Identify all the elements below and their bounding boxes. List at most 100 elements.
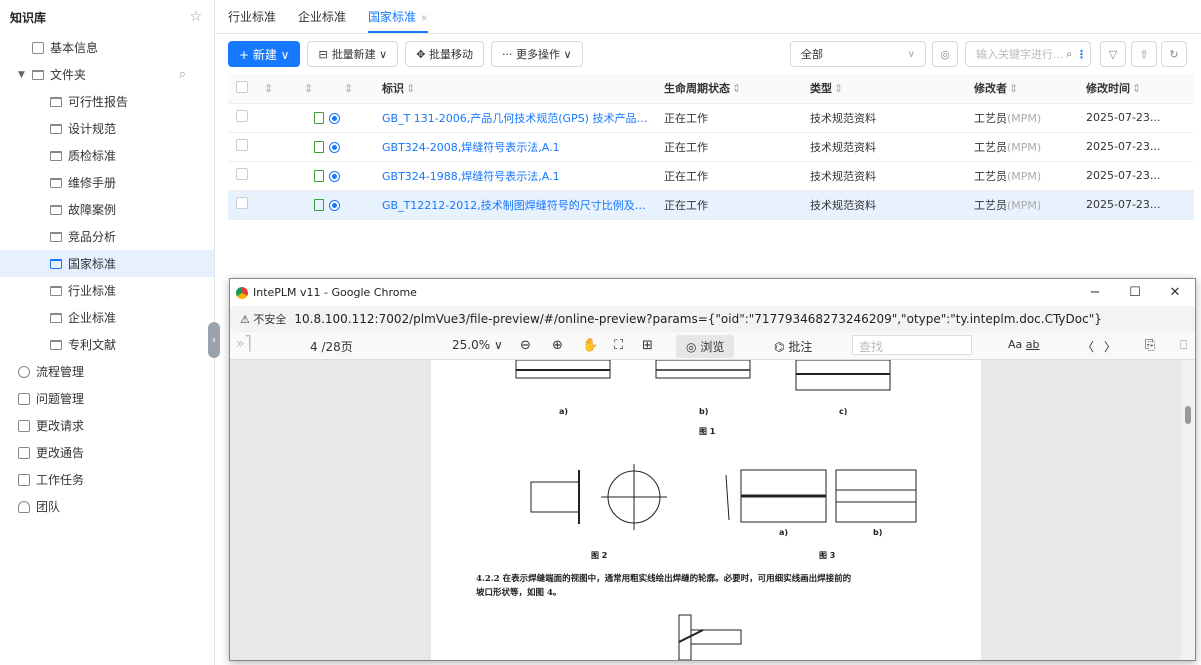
close-icon[interactable]: × <box>420 13 428 24</box>
doc-id-link[interactable]: GBT324-1988,焊缝符号表示法,A.1 <box>374 161 656 191</box>
scrollbar-thumb[interactable] <box>1185 406 1191 424</box>
column-header-id[interactable]: 标识 ⇕ <box>374 74 656 104</box>
sidebar-item-basic-info[interactable]: 基本信息 <box>0 34 214 61</box>
sidebar-toggle-icon[interactable]: »⎤ <box>236 336 252 352</box>
row-checkbox[interactable] <box>236 139 248 151</box>
address-bar[interactable]: ⚠ 不安全 10.8.100.112:7002/plmVue3/file-pre… <box>230 306 1195 332</box>
sidebar-item-patents[interactable]: 专利文献 <box>0 331 214 358</box>
export-button[interactable]: ⇧ <box>1131 41 1157 67</box>
hand-tool-icon[interactable]: ✋ <box>582 338 598 353</box>
modifier: 工艺员(MPM) <box>966 103 1078 133</box>
zoom-out-icon[interactable]: ⊖ <box>520 338 531 353</box>
new-button[interactable]: + 新建 ∨ <box>228 41 301 67</box>
batch-move-button[interactable]: ✥ 批量移动 <box>405 41 484 67</box>
annotate-icon: ⌬ <box>774 340 785 354</box>
search-input[interactable]: 输入关键字进行... ⌕ ⋮ <box>965 41 1091 67</box>
close-button[interactable]: ✕ <box>1155 279 1195 306</box>
column-sort[interactable]: ⇕ <box>254 74 294 104</box>
table-row[interactable]: GBT324-2008,焊缝符号表示法,A.1 正在工作 技术规范资料 工艺员(… <box>228 132 1194 162</box>
lifecycle-state: 正在工作 <box>656 132 802 162</box>
modifier-org: (MPM) <box>1007 140 1042 154</box>
tab-enterprise-standard[interactable]: 企业标准 <box>298 8 346 33</box>
table-row[interactable]: GB_T12212-2012,技术制图焊缝符号的尺寸比例及简... 正在工作 技… <box>228 190 1194 220</box>
more-icon[interactable]: ⎕ <box>1180 338 1187 353</box>
row-checkbox[interactable] <box>236 110 248 122</box>
download-icon[interactable]: ⎘ <box>1145 338 1155 353</box>
team-icon <box>18 500 30 513</box>
sort-icon: ⇕ <box>834 82 844 96</box>
filter-button[interactable]: ▽ <box>1100 41 1126 67</box>
lifecycle-state: 正在工作 <box>656 103 802 133</box>
more-actions-button[interactable]: ··· 更多操作 ∨ <box>490 41 583 67</box>
tab-national-standard[interactable]: 国家标准 × <box>368 8 429 33</box>
tab-bar: 行业标准 企业标准 国家标准 × <box>215 0 1201 34</box>
minimize-button[interactable]: − <box>1075 279 1115 306</box>
doc-id-link[interactable]: GB_T12212-2012,技术制图焊缝符号的尺寸比例及简... <box>374 190 656 220</box>
sidebar-item-change-notice[interactable]: 更改通告 <box>0 439 214 466</box>
sort-icon: ⇕ <box>732 82 742 96</box>
table-row[interactable]: GBT324-1988,焊缝符号表示法,A.1 正在工作 技术规范资料 工艺员(… <box>228 161 1194 191</box>
sidebar-item-change-request[interactable]: 更改请求 <box>0 412 214 439</box>
insecure-label: 不安全 <box>253 313 287 326</box>
find-input[interactable]: 查找 <box>852 335 972 355</box>
maximize-button[interactable]: ☐ <box>1115 279 1155 306</box>
zoom-select[interactable]: 25.0% ∨ <box>452 338 503 352</box>
zoom-in-icon[interactable]: ⊕ <box>552 338 563 353</box>
sidebar-item-feasibility[interactable]: 可行性报告 <box>0 88 214 115</box>
row-checkbox[interactable] <box>236 168 248 180</box>
url-text[interactable]: 10.8.100.112:7002/plmVue3/file-preview/#… <box>294 312 1101 326</box>
next-match-icon[interactable]: 〉 <box>1104 338 1116 355</box>
table-row[interactable]: GB_T 131-2006,产品几何技术规范(GPS) 技术产品文... 正在工… <box>228 103 1194 133</box>
column-sort[interactable]: ⇕ <box>294 74 334 104</box>
window-titlebar[interactable]: IntePLM v11 - Google Chrome − ☐ ✕ <box>230 279 1195 306</box>
more-vertical-icon[interactable]: ⋮ <box>1076 48 1087 61</box>
chevron-down-icon[interactable]: ▼ <box>18 70 25 80</box>
select-all-checkbox[interactable] <box>228 74 254 104</box>
sidebar-item-design-spec[interactable]: 设计规范 <box>0 115 214 142</box>
sidebar-item-team[interactable]: 团队 <box>0 493 214 520</box>
sidebar-item-industry-standard[interactable]: 行业标准 <box>0 277 214 304</box>
sidebar-item-qc-standard[interactable]: 质检标准 <box>0 142 214 169</box>
sidebar-item-label: 更改请求 <box>36 419 85 433</box>
sidebar-item-fault-cases[interactable]: 故障案例 <box>0 196 214 223</box>
column-header-state[interactable]: 生命周期状态 ⇕ <box>656 74 802 104</box>
prev-match-icon[interactable]: 〈 <box>1082 338 1094 355</box>
star-icon[interactable]: ☆ <box>189 9 202 25</box>
scope-select[interactable]: 全部 ∨ <box>790 41 926 67</box>
row-checkbox[interactable] <box>236 197 248 209</box>
insecure-indicator[interactable]: ⚠ 不安全 <box>240 311 286 327</box>
sidebar-item-tasks[interactable]: 工作任务 <box>0 466 214 493</box>
annotate-button[interactable]: ⌬ 批注 <box>774 338 812 355</box>
sidebar-item-enterprise-standard[interactable]: 企业标准 <box>0 304 214 331</box>
fit-page-icon[interactable]: ⛶ <box>614 338 623 353</box>
sidebar-item-folder[interactable]: ▼ 文件夹 ⌕ <box>0 61 214 88</box>
pdf-viewport[interactable]: a) b) c) 图 1 a) b) 图 2 图 3 4.2.2 在表示焊缝端面… <box>230 360 1195 660</box>
vertical-scrollbar[interactable] <box>1181 360 1195 660</box>
fig-1c-caption: c) <box>839 407 848 416</box>
doc-type: 技术规范资料 <box>802 132 966 162</box>
browse-mode-button[interactable]: ◎ 浏览 <box>676 335 735 358</box>
tab-industry-standard[interactable]: 行业标准 <box>228 8 276 33</box>
sidebar-item-competitor[interactable]: 竞品分析 <box>0 223 214 250</box>
match-case-toggle[interactable]: Aa ab <box>1008 338 1040 351</box>
doc-id-link[interactable]: GBT324-2008,焊缝符号表示法,A.1 <box>374 132 656 162</box>
sidebar-item-issues[interactable]: 问题管理 <box>0 385 214 412</box>
column-header-modifier[interactable]: 修改者 ⇕ <box>966 74 1078 104</box>
two-page-icon[interactable]: ⊞ <box>642 338 653 353</box>
eye-button[interactable]: ◎ <box>932 41 958 67</box>
modifier-name: 工艺员 <box>974 111 1007 125</box>
sidebar-item-national-standard[interactable]: 国家标准 <box>0 250 214 277</box>
page-indicator[interactable]: 4 /28页 <box>310 338 353 355</box>
column-header-time[interactable]: 修改时间 ⇕ <box>1078 74 1194 104</box>
batch-new-button[interactable]: ⊟ 批量新建 ∨ <box>307 41 399 67</box>
sidebar-item-repair-manual[interactable]: 维修手册 <box>0 169 214 196</box>
sidebar-item-process[interactable]: 流程管理 <box>0 358 214 385</box>
doc-id-link[interactable]: GB_T 131-2006,产品几何技术规范(GPS) 技术产品文... <box>374 103 656 133</box>
search-icon[interactable]: ⌕ <box>179 67 186 82</box>
column-sort[interactable]: ⇕ <box>334 74 374 104</box>
body-paragraph-line: 4.2.2 在表示焊缝端面的视图中，通常用粗实线绘出焊缝的轮廓。必要时，可用细实… <box>476 574 852 584</box>
advanced-search-icon[interactable]: ⌕ <box>1066 49 1072 60</box>
column-header-type[interactable]: 类型 ⇕ <box>802 74 966 104</box>
refresh-button[interactable]: ↻ <box>1161 41 1187 67</box>
document-table: ⇕ ⇕ ⇕ 标识 ⇕ 生命周期状态 ⇕ 类型 ⇕ 修改者 ⇕ 修改时间 ⇕ GB_T 13… <box>228 74 1194 220</box>
